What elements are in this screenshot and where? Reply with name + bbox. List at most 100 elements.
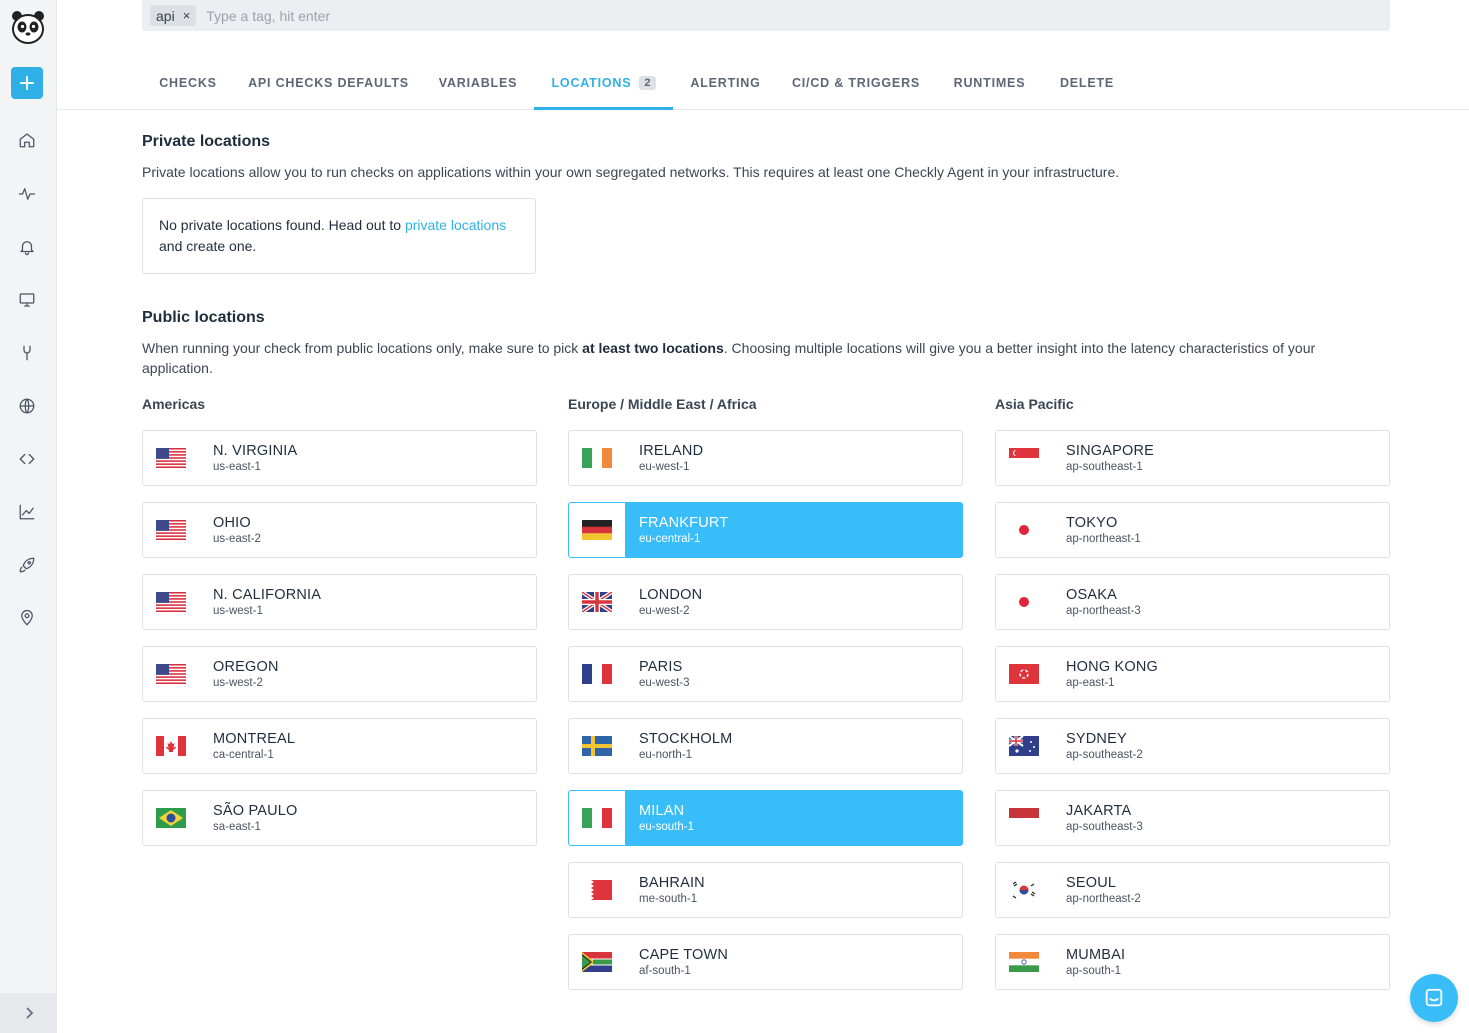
tag-input[interactable]: api × Type a tag, hit enter (142, 0, 1390, 31)
location-info: MILAN eu-south-1 (625, 791, 962, 845)
chat-support-button[interactable] (1410, 974, 1458, 1022)
flag-cell (996, 431, 1052, 485)
tag-input-placeholder[interactable]: Type a tag, hit enter (206, 8, 330, 24)
location-name: LONDON (639, 587, 703, 603)
home-icon[interactable] (17, 130, 37, 150)
location-name: TOKYO (1066, 515, 1118, 531)
rocket-icon[interactable] (17, 555, 37, 575)
code-icon[interactable] (17, 449, 37, 469)
location-card-ca-central-1[interactable]: MONTREAL ca-central-1 (142, 718, 537, 774)
location-code: us-east-2 (213, 533, 261, 545)
tab-api-checks-defaults[interactable]: API CHECKS DEFAULTS (239, 56, 418, 109)
location-card-ap-east-1[interactable]: HONG KONG ap-east-1 (995, 646, 1390, 702)
location-name: N. VIRGINIA (213, 443, 298, 459)
location-code: ap-northeast-2 (1066, 893, 1141, 905)
map-pin-icon[interactable] (17, 608, 37, 628)
location-code: ap-southeast-1 (1066, 461, 1143, 473)
location-card-us-west-2[interactable]: OREGON us-west-2 (142, 646, 537, 702)
location-card-eu-west-2[interactable]: LONDON eu-west-2 (568, 574, 963, 630)
location-code: eu-central-1 (639, 533, 701, 545)
globe-icon[interactable] (17, 396, 37, 416)
tab-alerting[interactable]: ALERTING (677, 56, 774, 109)
tab-locations[interactable]: LOCATIONS 2 (534, 56, 673, 110)
tab-delete[interactable]: DELETE (1047, 56, 1127, 109)
location-name: SINGAPORE (1066, 443, 1155, 459)
remove-tag-icon[interactable]: × (183, 8, 191, 23)
location-card-ap-northeast-3[interactable]: OSAKA ap-northeast-3 (995, 574, 1390, 630)
location-card-us-east-2[interactable]: OHIO us-east-2 (142, 502, 537, 558)
flag-cell (143, 575, 199, 629)
chart-icon[interactable] (17, 502, 37, 522)
flag-de-icon (582, 520, 612, 540)
location-code: ap-northeast-1 (1066, 533, 1141, 545)
activity-icon[interactable] (17, 184, 37, 204)
bell-icon[interactable] (17, 237, 37, 257)
flag-cell (569, 935, 625, 989)
location-card-ap-southeast-3[interactable]: JAKARTA ap-southeast-3 (995, 790, 1390, 846)
location-code: ap-southeast-3 (1066, 821, 1143, 833)
location-info: IRELAND eu-west-1 (625, 431, 962, 485)
location-card-me-south-1[interactable]: BAHRAIN me-south-1 (568, 862, 963, 918)
tab-runtimes[interactable]: RUNTIMES (941, 56, 1038, 109)
location-name: OHIO (213, 515, 251, 531)
location-name: HONG KONG (1066, 659, 1159, 675)
tab-variables[interactable]: VARIABLES (426, 56, 530, 109)
sidebar (0, 0, 57, 1033)
location-code: us-east-1 (213, 461, 261, 473)
location-info: SINGAPORE ap-southeast-1 (1052, 431, 1389, 485)
chat-icon (1425, 988, 1443, 1007)
private-locations-empty-state: No private locations found. Head out to … (142, 198, 536, 274)
location-card-eu-west-1[interactable]: IRELAND eu-west-1 (568, 430, 963, 486)
location-code: eu-west-2 (639, 605, 690, 617)
checkly-logo[interactable] (9, 8, 47, 46)
location-code: af-south-1 (639, 965, 691, 977)
location-info: MONTREAL ca-central-1 (199, 719, 536, 773)
location-info: OHIO us-east-2 (199, 503, 536, 557)
private-locations-link[interactable]: private locations (405, 217, 506, 233)
private-locations-description: Private locations allow you to run check… (142, 164, 1120, 180)
location-card-ap-south-1[interactable]: MUMBAI ap-south-1 (995, 934, 1390, 990)
location-code: us-west-1 (213, 605, 263, 617)
tab-cicd-triggers[interactable]: CI/CD & TRIGGERS (783, 56, 929, 109)
location-code: ca-central-1 (213, 749, 274, 761)
flag-gb-icon (582, 592, 612, 612)
add-new-button[interactable] (11, 67, 43, 99)
flag-cell (569, 503, 625, 557)
expand-sidebar-button[interactable] (0, 993, 57, 1033)
flag-cell (996, 791, 1052, 845)
location-card-eu-south-1[interactable]: MILAN eu-south-1 (568, 790, 963, 846)
private-locations-title: Private locations (142, 133, 271, 150)
location-code: me-south-1 (639, 893, 698, 905)
location-card-ap-northeast-2[interactable]: SEOUL ap-northeast-2 (995, 862, 1390, 918)
location-card-eu-west-3[interactable]: PARIS eu-west-3 (568, 646, 963, 702)
location-name: N. CALIFORNIA (213, 587, 322, 603)
location-code: ap-southeast-2 (1066, 749, 1143, 761)
flag-cell (569, 791, 625, 845)
flag-cell (996, 575, 1052, 629)
location-info: PARIS eu-west-3 (625, 647, 962, 701)
location-card-af-south-1[interactable]: CAPE TOWN af-south-1 (568, 934, 963, 990)
location-name: PARIS (639, 659, 683, 675)
flag-cell (996, 503, 1052, 557)
location-card-ap-southeast-1[interactable]: SINGAPORE ap-southeast-1 (995, 430, 1390, 486)
location-info: MUMBAI ap-south-1 (1052, 935, 1389, 989)
monitor-icon[interactable] (17, 290, 37, 310)
location-card-us-west-1[interactable]: N. CALIFORNIA us-west-1 (142, 574, 537, 630)
flag-bh-icon (582, 880, 612, 900)
chevron-right-icon (25, 1007, 33, 1019)
location-info: TOKYO ap-northeast-1 (1052, 503, 1389, 557)
tab-checks[interactable]: CHECKS (142, 56, 234, 109)
location-name: MUMBAI (1066, 947, 1126, 963)
flag-au-icon (1009, 736, 1039, 756)
location-card-eu-north-1[interactable]: STOCKHOLM eu-north-1 (568, 718, 963, 774)
location-info: SEOUL ap-northeast-2 (1052, 863, 1389, 917)
location-card-eu-central-1[interactable]: FRANKFURT eu-central-1 (568, 502, 963, 558)
location-name: SEOUL (1066, 875, 1117, 891)
location-card-sa-east-1[interactable]: SÃO PAULO sa-east-1 (142, 790, 537, 846)
location-card-ap-northeast-1[interactable]: TOKYO ap-northeast-1 (995, 502, 1390, 558)
tools-icon[interactable] (17, 343, 37, 363)
location-card-us-east-1[interactable]: N. VIRGINIA us-east-1 (142, 430, 537, 486)
location-info: N. VIRGINIA us-east-1 (199, 431, 536, 485)
location-name: SYDNEY (1066, 731, 1127, 747)
location-card-ap-southeast-2[interactable]: SYDNEY ap-southeast-2 (995, 718, 1390, 774)
